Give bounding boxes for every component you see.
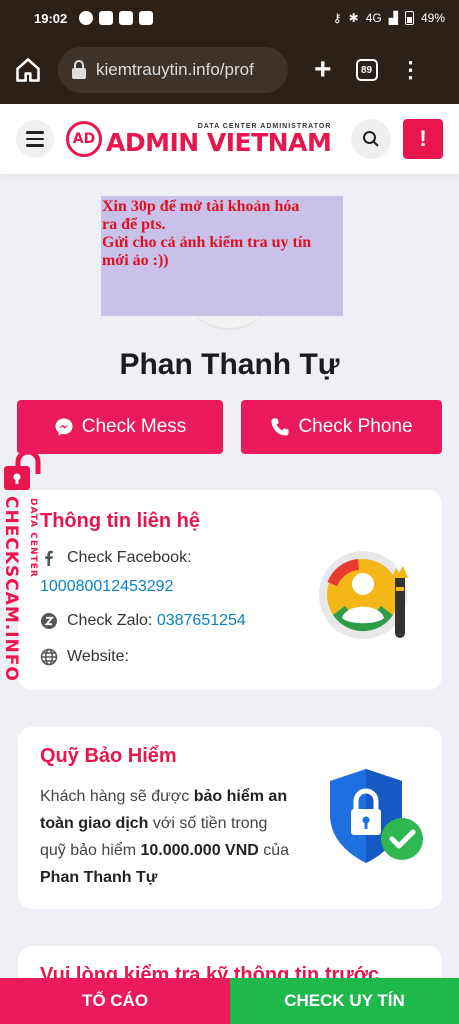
insurance-title: Quỹ Bảo Hiểm bbox=[40, 745, 177, 767]
facebook-label: Check Facebook: bbox=[67, 549, 192, 566]
contact-info-card: Thông tin liên hệ Check Facebook: 100080… bbox=[18, 490, 442, 690]
check-phone-button[interactable]: Check Phone bbox=[241, 400, 442, 454]
check-phone-label: Check Phone bbox=[298, 416, 413, 437]
contact-card-title: Thông tin liên hệ bbox=[40, 510, 200, 532]
facebook-id-link[interactable]: 100080012453292 bbox=[40, 578, 173, 596]
lock-icon bbox=[72, 60, 86, 79]
url-text: kiemtrauytin.info/prof bbox=[96, 60, 254, 79]
site-header: AD DATA CENTER ADMINISTRATOR ADMIN VIETN… bbox=[0, 104, 459, 174]
tab-switcher-button[interactable]: 89 bbox=[355, 59, 378, 81]
lock-watermark-icon bbox=[4, 454, 41, 490]
new-tab-button[interactable]: + bbox=[314, 55, 332, 85]
status-right: ⚷ ✱ 4G ▟ 49% bbox=[333, 11, 445, 25]
status-time: 19:02 bbox=[34, 10, 68, 26]
logo-title: ADMIN VIETNAM bbox=[106, 128, 332, 157]
check-mess-button[interactable]: Check Mess bbox=[17, 400, 223, 454]
notification-icons bbox=[79, 11, 154, 25]
report-alert-button[interactable]: ! bbox=[403, 119, 443, 159]
insurance-card: Quỹ Bảo Hiểm Khách hàng sẽ được bảo hiểm… bbox=[18, 727, 442, 909]
annotation-note: Xin 30p để mở tài khoản hóa ra để pts. G… bbox=[101, 196, 343, 316]
bluetooth-icon: ✱ bbox=[348, 11, 359, 25]
messenger-icon bbox=[55, 418, 73, 436]
youtube-notification-icon bbox=[99, 11, 114, 25]
zalo-icon bbox=[41, 613, 57, 629]
search-button[interactable] bbox=[351, 119, 391, 159]
key-icon: ⚷ bbox=[332, 11, 342, 25]
browser-toolbar: kiemtrauytin.info/prof + 89 ⋮ bbox=[0, 36, 459, 104]
facebook-row: Check Facebook: bbox=[40, 549, 192, 567]
signal-icon: ▟ bbox=[388, 11, 398, 25]
browser-menu-icon[interactable]: ⋮ bbox=[400, 59, 422, 81]
battery-level: 49% bbox=[420, 11, 445, 25]
hamburger-menu-button[interactable] bbox=[16, 120, 54, 158]
profile-name: Phan Thanh Tự bbox=[119, 348, 340, 381]
shield-lock-icon bbox=[330, 769, 423, 863]
phone-icon bbox=[271, 418, 289, 436]
vpn-notification-icon bbox=[139, 11, 154, 25]
battery-icon bbox=[404, 11, 414, 25]
network-type: 4G bbox=[365, 11, 382, 25]
watermark-site-text: CHECKSCAM.INFO bbox=[1, 496, 21, 682]
check-mess-label: Check Mess bbox=[81, 416, 187, 437]
facebook-icon bbox=[45, 550, 53, 566]
profile-edit-icon bbox=[319, 551, 408, 639]
site-logo[interactable]: AD DATA CENTER ADMINISTRATOR ADMIN VIETN… bbox=[66, 121, 332, 157]
gallery-notification-icon bbox=[119, 11, 134, 25]
website-row: Website: bbox=[40, 648, 129, 666]
globe-icon bbox=[40, 648, 58, 666]
website-label: Website: bbox=[67, 648, 129, 665]
search-icon bbox=[363, 131, 379, 147]
home-icon[interactable] bbox=[14, 56, 42, 84]
url-bar[interactable]: kiemtrauytin.info/prof bbox=[58, 47, 288, 93]
bottom-action-bar: TỐ CÁO CHECK UY TÍN bbox=[0, 978, 459, 1024]
zalo-row: Check Zalo: 0387651254 bbox=[40, 612, 246, 630]
watermark-tagline: DATA CENTER bbox=[28, 498, 38, 578]
zalo-phone-link[interactable]: 0387651254 bbox=[157, 612, 246, 630]
report-button[interactable]: TỐ CÁO bbox=[0, 978, 230, 1024]
check-reputation-button[interactable]: CHECK UY TÍN bbox=[230, 978, 459, 1024]
messenger-notification-icon bbox=[79, 11, 94, 25]
status-bar: 19:02 ⚷ ✱ 4G ▟ 49% bbox=[0, 0, 459, 36]
insurance-description: Khách hàng sẽ được bảo hiểm an toàn giao… bbox=[40, 788, 290, 886]
zalo-label: Check Zalo: bbox=[67, 612, 153, 629]
logo-mark: AD bbox=[66, 121, 102, 157]
